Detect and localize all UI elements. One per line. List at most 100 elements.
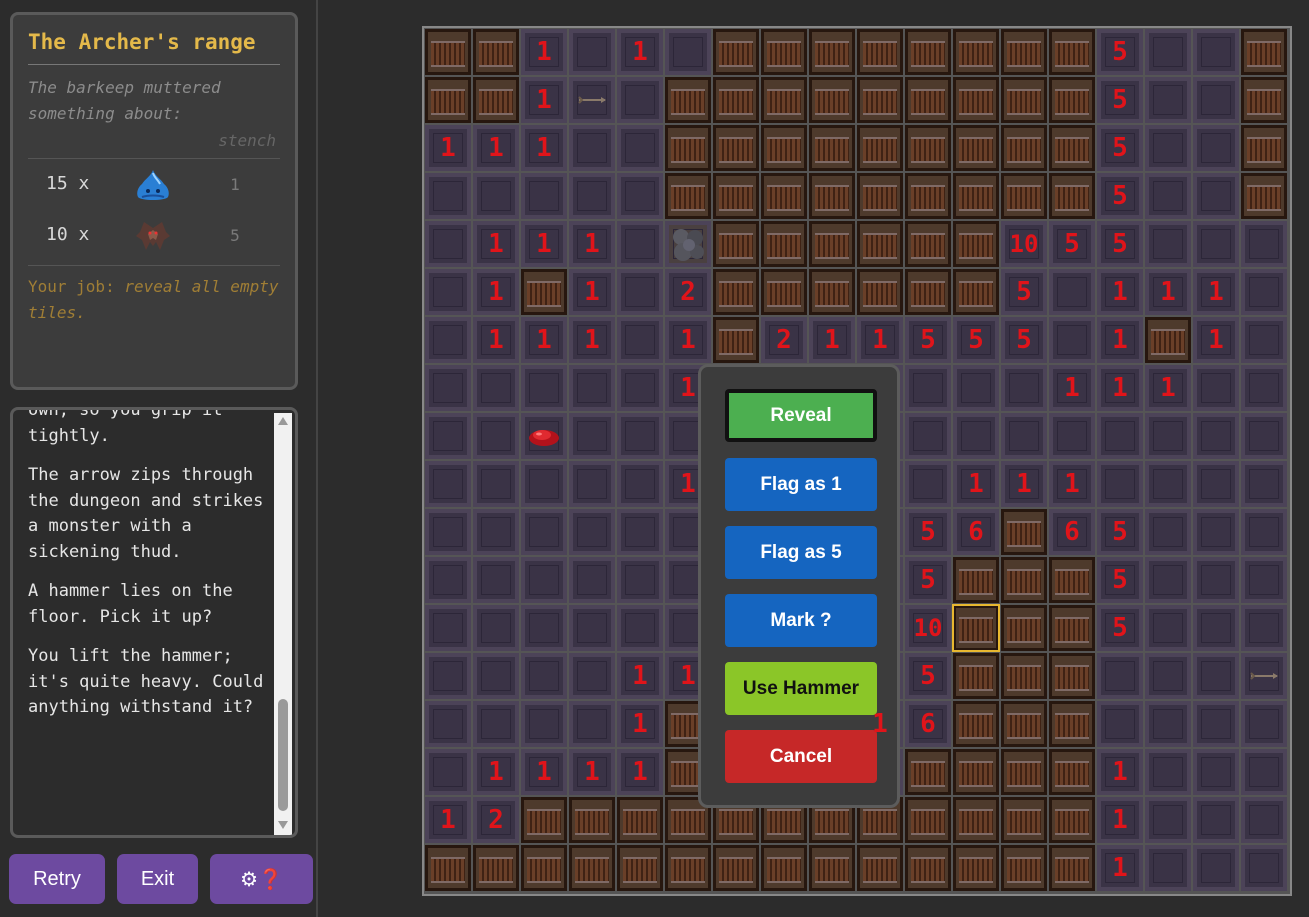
revealed-tile[interactable]: 5 (905, 317, 951, 363)
revealed-tile[interactable]: 2 (761, 317, 807, 363)
hidden-tile[interactable] (1049, 797, 1095, 843)
revealed-tile[interactable] (473, 509, 519, 555)
revealed-tile[interactable]: 5 (905, 509, 951, 555)
revealed-tile[interactable]: 5 (1097, 221, 1143, 267)
hidden-tile[interactable] (1049, 701, 1095, 747)
revealed-tile[interactable] (617, 221, 663, 267)
revealed-tile[interactable] (1145, 125, 1191, 171)
revealed-tile[interactable]: 10 (905, 605, 951, 651)
revealed-tile[interactable] (1241, 269, 1287, 315)
revealed-tile[interactable] (1193, 557, 1239, 603)
revealed-tile[interactable]: 5 (1097, 605, 1143, 651)
hidden-tile[interactable] (857, 173, 903, 219)
revealed-tile[interactable] (1241, 221, 1287, 267)
hidden-tile[interactable] (521, 797, 567, 843)
revealed-tile[interactable] (425, 653, 471, 699)
revealed-tile[interactable]: 5 (1001, 269, 1047, 315)
revealed-tile[interactable] (569, 605, 615, 651)
hidden-tile[interactable] (1001, 173, 1047, 219)
hidden-tile[interactable] (761, 173, 807, 219)
revealed-tile[interactable]: 1 (569, 317, 615, 363)
hidden-tile[interactable] (521, 845, 567, 891)
hidden-tile[interactable] (1001, 797, 1047, 843)
revealed-tile[interactable] (1145, 797, 1191, 843)
hidden-tile[interactable] (1001, 125, 1047, 171)
revealed-tile[interactable] (521, 461, 567, 507)
revealed-tile[interactable] (521, 701, 567, 747)
revealed-tile[interactable] (569, 173, 615, 219)
revealed-tile[interactable] (1193, 797, 1239, 843)
revealed-tile[interactable]: 1 (617, 749, 663, 795)
revealed-tile[interactable] (1145, 29, 1191, 75)
revealed-tile[interactable] (569, 653, 615, 699)
revealed-tile[interactable]: 1 (473, 317, 519, 363)
revealed-tile[interactable]: 1 (473, 749, 519, 795)
hidden-tile[interactable] (713, 221, 759, 267)
message-log[interactable]: own, so you grip it tightly. The arrow z… (10, 407, 298, 838)
hidden-tile[interactable] (1049, 29, 1095, 75)
revealed-tile[interactable]: 1 (521, 221, 567, 267)
revealed-tile[interactable]: 1 (473, 269, 519, 315)
revealed-tile[interactable]: 1 (521, 77, 567, 123)
hidden-tile[interactable] (1241, 125, 1287, 171)
revealed-tile[interactable] (1241, 461, 1287, 507)
revealed-tile[interactable] (617, 77, 663, 123)
hidden-tile[interactable] (1241, 77, 1287, 123)
revealed-tile[interactable]: 1 (665, 461, 711, 507)
revealed-tile[interactable] (1193, 461, 1239, 507)
hidden-tile[interactable] (425, 77, 471, 123)
revealed-tile[interactable] (1193, 845, 1239, 891)
revealed-tile[interactable] (1193, 173, 1239, 219)
revealed-tile[interactable] (1145, 749, 1191, 795)
hidden-tile[interactable] (569, 797, 615, 843)
hidden-tile[interactable] (953, 221, 999, 267)
hidden-tile[interactable] (521, 269, 567, 315)
revealed-tile[interactable]: 1 (521, 125, 567, 171)
revealed-tile[interactable] (425, 701, 471, 747)
hidden-tile[interactable] (473, 29, 519, 75)
revealed-tile[interactable] (1145, 77, 1191, 123)
hidden-tile[interactable] (761, 29, 807, 75)
revealed-tile[interactable] (1193, 749, 1239, 795)
revealed-tile[interactable] (569, 509, 615, 555)
hidden-tile[interactable] (857, 29, 903, 75)
revealed-tile[interactable]: 1 (1049, 365, 1095, 411)
hidden-tile[interactable] (809, 173, 855, 219)
hidden-tile[interactable] (665, 125, 711, 171)
hidden-tile[interactable] (713, 317, 759, 363)
hidden-tile[interactable] (1049, 557, 1095, 603)
revealed-tile[interactable] (1193, 221, 1239, 267)
use-hammer-button[interactable]: Use Hammer (725, 662, 877, 715)
revealed-tile[interactable] (1193, 653, 1239, 699)
hidden-tile[interactable] (809, 29, 855, 75)
hidden-tile[interactable] (1049, 605, 1095, 651)
revealed-tile[interactable] (473, 413, 519, 459)
hidden-tile[interactable] (1049, 173, 1095, 219)
revealed-tile[interactable]: 1 (1049, 461, 1095, 507)
revealed-tile[interactable]: 5 (1097, 173, 1143, 219)
revealed-tile[interactable]: 1 (617, 701, 663, 747)
hidden-tile[interactable] (1001, 77, 1047, 123)
revealed-tile[interactable]: 5 (1097, 125, 1143, 171)
revealed-tile[interactable] (1241, 605, 1287, 651)
hidden-tile[interactable] (1049, 845, 1095, 891)
hidden-tile[interactable] (761, 125, 807, 171)
revealed-tile[interactable] (569, 701, 615, 747)
exit-button[interactable]: Exit (117, 854, 198, 904)
revealed-tile[interactable] (473, 365, 519, 411)
revealed-tile[interactable] (425, 557, 471, 603)
revealed-tile[interactable] (617, 509, 663, 555)
hidden-tile[interactable] (1001, 509, 1047, 555)
revealed-tile[interactable] (617, 605, 663, 651)
revealed-tile[interactable] (425, 221, 471, 267)
revealed-tile[interactable] (473, 605, 519, 651)
revealed-tile[interactable] (1241, 845, 1287, 891)
revealed-tile[interactable] (665, 29, 711, 75)
revealed-tile[interactable] (953, 365, 999, 411)
revealed-tile[interactable]: 6 (953, 509, 999, 555)
revealed-tile[interactable] (1241, 413, 1287, 459)
revealed-tile[interactable] (1241, 317, 1287, 363)
hidden-tile[interactable] (617, 845, 663, 891)
revealed-tile[interactable] (1241, 365, 1287, 411)
revealed-tile[interactable] (1145, 845, 1191, 891)
